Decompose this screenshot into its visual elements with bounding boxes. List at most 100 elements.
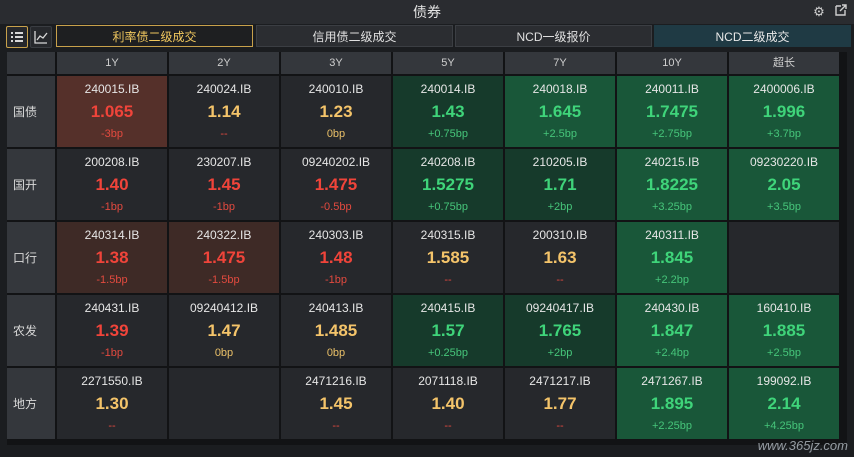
bond-cell[interactable]: 240015.IB 1.065 -3bp bbox=[57, 76, 167, 147]
tab-ncd-primary-quote[interactable]: NCD一级报价 bbox=[455, 25, 652, 47]
bond-cell[interactable]: 09240417.IB 1.765 +2bp bbox=[505, 295, 615, 366]
yield-change: 0bp bbox=[214, 347, 234, 359]
bond-code: 240215.IB bbox=[644, 155, 700, 169]
bond-cell[interactable]: 2471216.IB 1.45 -- bbox=[281, 368, 391, 439]
gear-icon[interactable]: ⚙ bbox=[810, 3, 828, 21]
bond-yield: 1.71 bbox=[543, 175, 577, 194]
bond-cell[interactable]: 240303.IB 1.48 -1bp bbox=[281, 222, 391, 293]
bond-yield-table: 1Y 2Y 3Y 5Y 7Y 10Y 超长 国债 240015.IB 1.065 -3bp 24002… bbox=[7, 52, 847, 445]
bond-cell[interactable]: 240415.IB 1.57 +0.25bp bbox=[393, 295, 503, 366]
column-header[interactable]: 1Y bbox=[57, 52, 167, 74]
bond-code: 2471267.IB bbox=[641, 374, 703, 388]
bond-cell[interactable]: 09240412.IB 1.47 0bp bbox=[169, 295, 279, 366]
column-header[interactable]: 2Y bbox=[169, 52, 279, 74]
bond-code: 240018.IB bbox=[532, 82, 588, 96]
bond-cell[interactable]: 2271550.IB 1.30 -- bbox=[57, 368, 167, 439]
row-header[interactable]: 口行 bbox=[7, 222, 55, 293]
bond-cell[interactable]: 230207.IB 1.45 -1bp bbox=[169, 149, 279, 220]
bond-code: 240303.IB bbox=[308, 228, 364, 242]
tab-rate-bond-secondary[interactable]: 利率债二级成交 bbox=[56, 25, 253, 47]
list-icon[interactable] bbox=[6, 26, 28, 48]
bond-cell[interactable]: 240315.IB 1.585 -- bbox=[393, 222, 503, 293]
tab-credit-bond-secondary[interactable]: 信用债二级成交 bbox=[256, 25, 453, 47]
bond-cell[interactable]: 240010.IB 1.23 0bp bbox=[281, 76, 391, 147]
bond-cell[interactable]: 240431.IB 1.39 -1bp bbox=[57, 295, 167, 366]
column-header[interactable]: 超长 bbox=[729, 52, 839, 74]
bond-cell[interactable] bbox=[169, 368, 279, 439]
bond-yield: 1.77 bbox=[543, 394, 577, 413]
bond-yield: 1.57 bbox=[431, 321, 465, 340]
bond-code: 200208.IB bbox=[84, 155, 140, 169]
bond-cell[interactable]: 2471217.IB 1.77 -- bbox=[505, 368, 615, 439]
bond-cell[interactable]: 09230220.IB 2.05 +3.5bp bbox=[729, 149, 839, 220]
yield-change: 0bp bbox=[326, 347, 346, 359]
bond-cell[interactable]: 240314.IB 1.38 -1.5bp bbox=[57, 222, 167, 293]
yield-change: +3.5bp bbox=[767, 201, 801, 213]
bond-yield: 1.63 bbox=[543, 248, 577, 267]
bond-yield: 1.45 bbox=[319, 394, 353, 413]
bond-cell[interactable]: 210205.IB 1.71 +2bp bbox=[505, 149, 615, 220]
yield-change: 0bp bbox=[326, 128, 346, 140]
bond-yield: 1.23 bbox=[319, 102, 353, 121]
bond-yield: 1.645 bbox=[538, 102, 582, 121]
bond-yield: 1.475 bbox=[202, 248, 246, 267]
column-header[interactable]: 7Y bbox=[505, 52, 615, 74]
yield-change: +2.2bp bbox=[655, 274, 689, 286]
bond-cell[interactable]: 240014.IB 1.43 +0.75bp bbox=[393, 76, 503, 147]
bond-code: 240208.IB bbox=[420, 155, 476, 169]
bond-cell[interactable]: 160410.IB 1.885 +2.5bp bbox=[729, 295, 839, 366]
bond-cell[interactable]: 09240202.IB 1.475 -0.5bp bbox=[281, 149, 391, 220]
tab-ncd-secondary[interactable]: NCD二级成交 bbox=[654, 25, 851, 47]
bond-cell[interactable]: 240430.IB 1.847 +2.4bp bbox=[617, 295, 727, 366]
bond-code: 199092.IB bbox=[756, 374, 812, 388]
bond-cell[interactable]: 240208.IB 1.5275 +0.75bp bbox=[393, 149, 503, 220]
bond-yield: 1.765 bbox=[538, 321, 582, 340]
bond-code: 240415.IB bbox=[420, 301, 476, 315]
bond-code: 09240412.IB bbox=[189, 301, 259, 315]
bond-yield: 1.14 bbox=[207, 102, 241, 121]
bond-cell[interactable]: 199092.IB 2.14 +4.25bp bbox=[729, 368, 839, 439]
yield-change: -- bbox=[220, 128, 228, 140]
row-header[interactable]: 国开 bbox=[7, 149, 55, 220]
bond-yield: 2.14 bbox=[767, 394, 801, 413]
line-chart-icon[interactable] bbox=[30, 26, 52, 48]
bond-cell[interactable]: 2400006.IB 1.996 +3.7bp bbox=[729, 76, 839, 147]
column-header[interactable]: 5Y bbox=[393, 52, 503, 74]
yield-change: -1bp bbox=[100, 347, 124, 359]
bond-cell[interactable]: 240011.IB 1.7475 +2.75bp bbox=[617, 76, 727, 147]
bond-cell[interactable] bbox=[729, 222, 839, 293]
bond-cell[interactable]: 240215.IB 1.8225 +3.25bp bbox=[617, 149, 727, 220]
bond-yield: 1.475 bbox=[314, 175, 358, 194]
row-header[interactable]: 地方 bbox=[7, 368, 55, 439]
bond-code: 240431.IB bbox=[84, 301, 140, 315]
external-link-icon[interactable] bbox=[832, 3, 850, 21]
bond-cell[interactable]: 240322.IB 1.475 -1.5bp bbox=[169, 222, 279, 293]
bond-yield: 1.845 bbox=[650, 248, 694, 267]
bond-code: 240014.IB bbox=[420, 82, 476, 96]
bond-cell[interactable]: 240413.IB 1.485 0bp bbox=[281, 295, 391, 366]
bond-cell[interactable]: 2471267.IB 1.895 +2.25bp bbox=[617, 368, 727, 439]
yield-change: -- bbox=[108, 420, 116, 432]
bond-code: 240413.IB bbox=[308, 301, 364, 315]
bond-cell[interactable]: 200208.IB 1.40 -1bp bbox=[57, 149, 167, 220]
bond-cell[interactable]: 2071118.IB 1.40 -- bbox=[393, 368, 503, 439]
column-header[interactable]: 3Y bbox=[281, 52, 391, 74]
yield-change: +3.7bp bbox=[767, 128, 801, 140]
row-header[interactable]: 农发 bbox=[7, 295, 55, 366]
bond-code: 240011.IB bbox=[645, 82, 699, 96]
yield-change: -1bp bbox=[324, 274, 348, 286]
yield-change: +0.75bp bbox=[427, 128, 469, 140]
yield-change: +0.75bp bbox=[427, 201, 469, 213]
bond-cell[interactable]: 200310.IB 1.63 -- bbox=[505, 222, 615, 293]
bond-code: 09230220.IB bbox=[749, 155, 819, 169]
bond-yield: 1.39 bbox=[95, 321, 129, 340]
bond-cell[interactable]: 240024.IB 1.14 -- bbox=[169, 76, 279, 147]
bond-code: 240010.IB bbox=[308, 82, 364, 96]
yield-change: -- bbox=[444, 420, 452, 432]
column-header[interactable]: 10Y bbox=[617, 52, 727, 74]
bond-cell[interactable]: 240311.IB 1.845 +2.2bp bbox=[617, 222, 727, 293]
row-header[interactable]: 国债 bbox=[7, 76, 55, 147]
yield-change: -3bp bbox=[100, 128, 124, 140]
bond-cell[interactable]: 240018.IB 1.645 +2.5bp bbox=[505, 76, 615, 147]
yield-change: +2.5bp bbox=[543, 128, 577, 140]
